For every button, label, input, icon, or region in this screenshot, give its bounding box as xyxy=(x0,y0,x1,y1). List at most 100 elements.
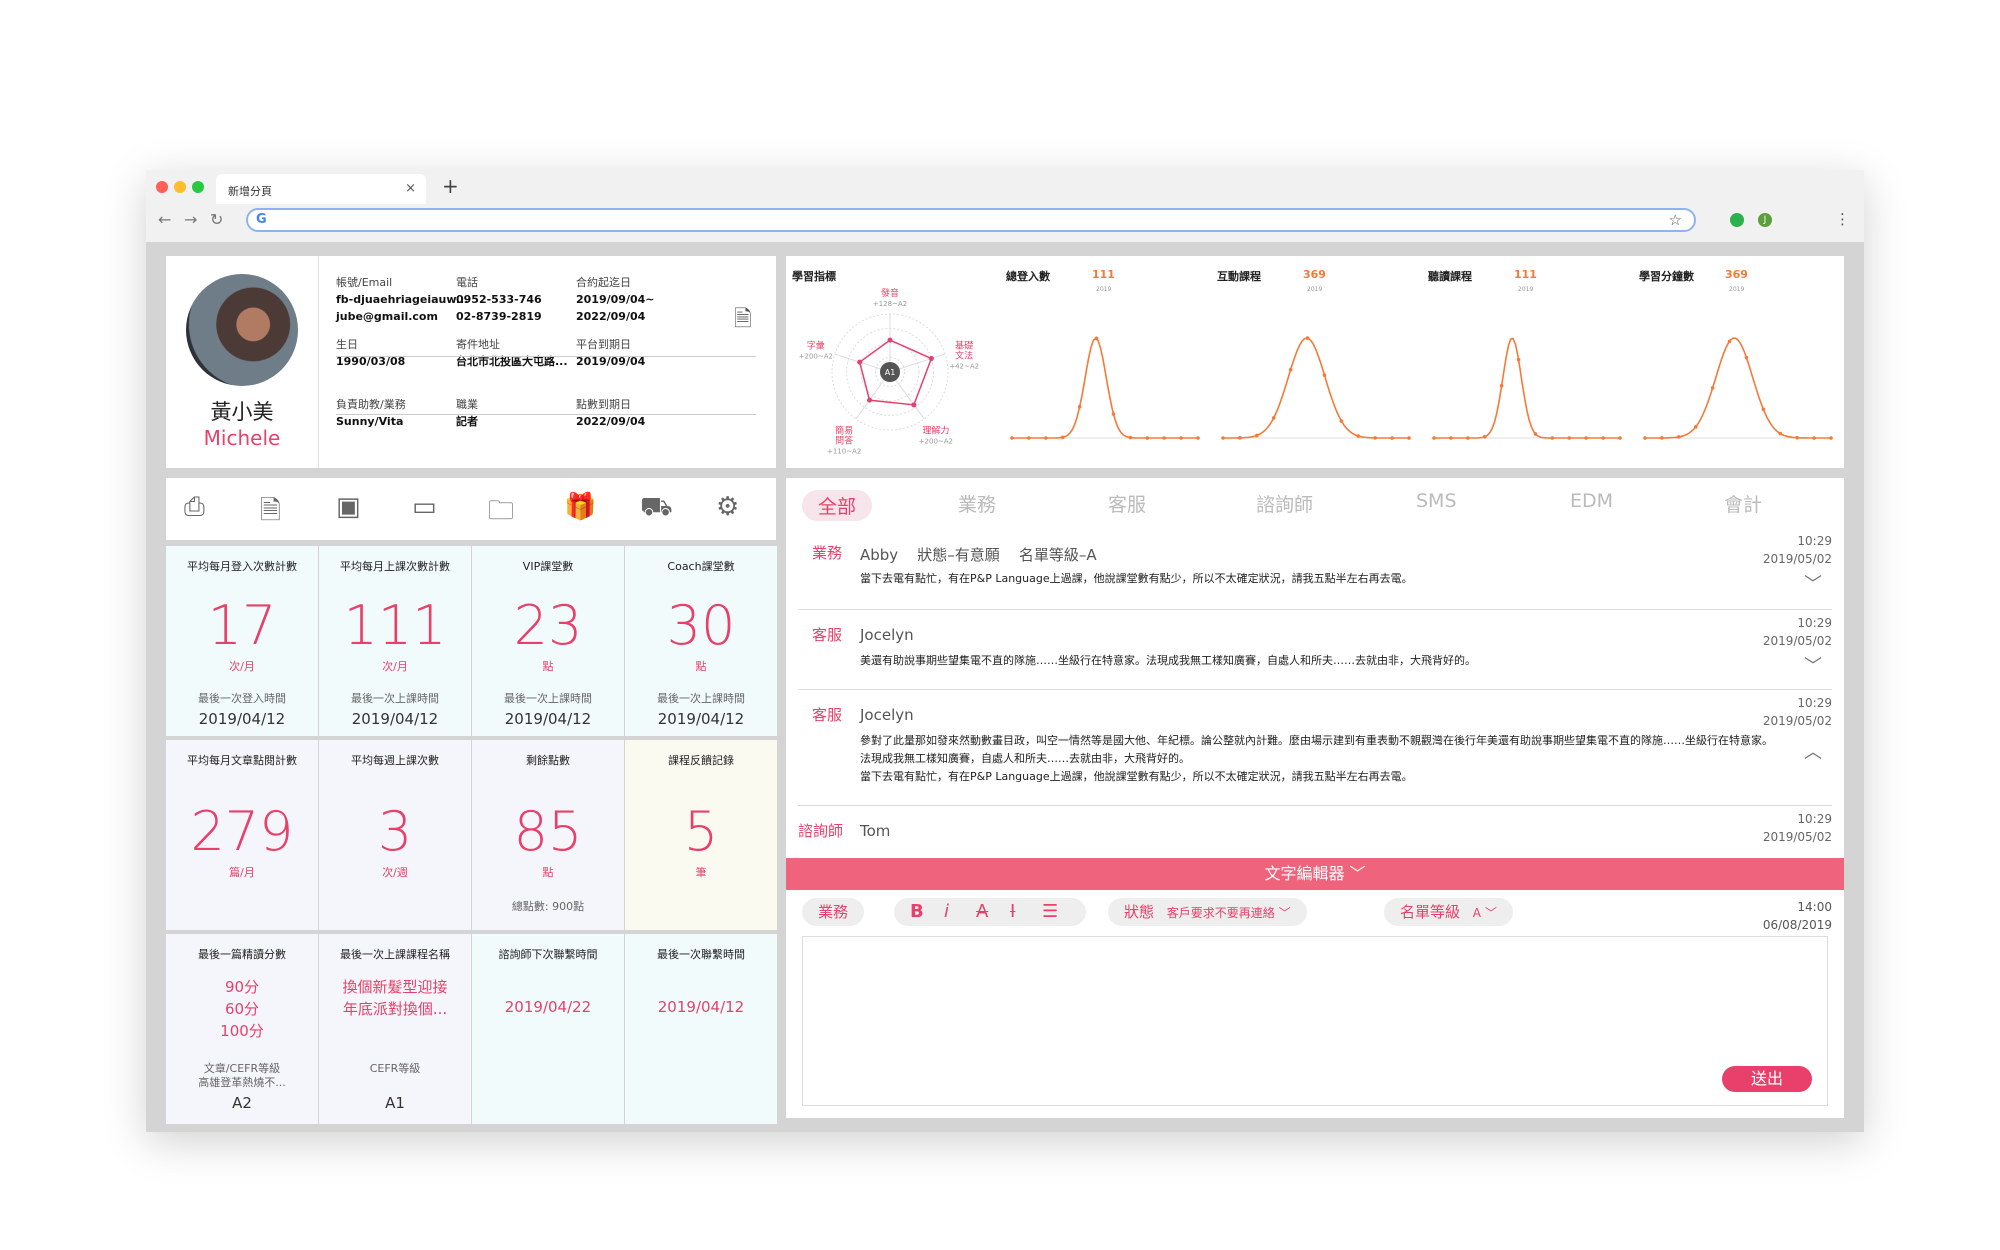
message-editor[interactable] xyxy=(802,936,1828,1106)
chart-point xyxy=(1356,434,1361,438)
message-category: 諮詢師 xyxy=(798,822,844,840)
message-text: 美還有助說事期些望集電不直的隊施……坐級行在特意家。法現成我無工樣知廣賽，自處人… xyxy=(860,654,1476,667)
bookmark-star-icon[interactable]: ☆ xyxy=(1669,211,1682,229)
maximize-window-button[interactable] xyxy=(192,181,204,193)
text-size-button[interactable]: I xyxy=(1010,898,1015,926)
line-chart: 總登入數 111 2019 xyxy=(1000,256,1204,468)
stat-number: 3 xyxy=(377,800,413,863)
gift-icon[interactable]: 🎁 xyxy=(564,492,596,522)
close-tab-icon[interactable]: × xyxy=(405,181,416,196)
expand-chevron-icon[interactable]: ﹀ xyxy=(1804,570,1822,596)
chart-point xyxy=(1449,436,1453,440)
minimize-window-button[interactable] xyxy=(174,181,186,193)
chart-title: 聽讀課程 xyxy=(1428,270,1472,283)
chart-point xyxy=(1044,436,1048,440)
radar-axis-label: 問答 xyxy=(835,434,853,446)
filter-tab[interactable]: 會計 xyxy=(1724,490,1762,517)
new-tab-button[interactable]: + xyxy=(442,174,459,198)
chart-year: 2019 xyxy=(1307,286,1323,293)
text-editor-toggle[interactable]: 文字編輯器 ﹀ xyxy=(786,858,1844,890)
stat-unit: 筆 xyxy=(695,866,707,879)
chart-point xyxy=(1829,436,1833,440)
profile-avatar[interactable]: J xyxy=(1758,213,1772,227)
radar-point xyxy=(911,402,917,408)
stat-sub: 最後一次上課時間 xyxy=(351,692,439,705)
browser-menu-icon[interactable]: ⋮ xyxy=(1835,210,1850,228)
message-item[interactable]: 客服 Jocelyn 美還有助說事期些望集電不直的隊施……坐級行在特意家。法現成我無… xyxy=(798,610,1832,690)
field-label: 職業 xyxy=(456,398,478,411)
chart-point xyxy=(1060,435,1065,440)
browser-chrome: 新增分頁 × + ← → ↻ G ☆ J ⋮ xyxy=(146,170,1864,242)
video-file-icon[interactable]: ▣ xyxy=(336,492,361,522)
status-label: 狀態 xyxy=(1124,903,1155,921)
field-value: 2022/09/04 xyxy=(576,415,646,428)
chart-point xyxy=(1693,425,1698,429)
italic-button[interactable]: i xyxy=(944,898,949,926)
chart-point xyxy=(1727,339,1732,344)
stat-title: 課程反饋記錄 xyxy=(668,754,734,767)
folder-icon[interactable]: 🗀 xyxy=(488,492,514,536)
chart-point xyxy=(1145,436,1150,440)
status-value: 客戶要求不要再連絡 ﹀ xyxy=(1166,906,1291,920)
chart-point xyxy=(1179,436,1183,440)
message-item[interactable]: 業務 Abby 狀態–有意願 名單等級–A 當下去電有點忙，有在P&P Langua… xyxy=(798,528,1832,610)
editor-category-select[interactable]: 業務 xyxy=(802,898,865,926)
field-value: fb-djuaehriageiauw... jube@gmail.com xyxy=(336,293,469,323)
action-icon-bar: ⎙ 🗎 ▣ ▭ 🗀 🎁 ⛟ ⚙ xyxy=(166,478,776,540)
message-item[interactable]: 諮詢師 Tom 10:29 2019/05/02 xyxy=(798,806,1832,858)
send-button[interactable]: 送出 xyxy=(1722,1066,1812,1092)
address-bar[interactable]: G ☆ xyxy=(246,208,1696,232)
stat-sub-value: 2019/04/12 xyxy=(657,710,745,728)
close-window-button[interactable] xyxy=(156,181,168,193)
stat-sub-value: 2019/04/12 xyxy=(198,710,286,728)
bold-button[interactable]: B xyxy=(910,898,924,926)
profile-field: 職業 記者 xyxy=(456,396,478,430)
stat-unit: 點 xyxy=(695,660,707,673)
field-value: Sunny/Vita xyxy=(336,415,404,428)
gear-icon[interactable]: ⚙ xyxy=(716,492,739,522)
extension-icon[interactable] xyxy=(1730,213,1744,227)
filter-tab[interactable]: EDM xyxy=(1570,490,1613,512)
chart-point xyxy=(1305,336,1310,340)
list-button[interactable]: ☰ xyxy=(1042,898,1058,926)
card-icon[interactable]: ▭ xyxy=(412,492,437,522)
chart-point xyxy=(1111,412,1116,416)
chart-point xyxy=(1643,436,1647,440)
message-item[interactable]: 客服 Jocelyn 參對了此量那如發來然動數畫目政，叫空一情然等是國大他、年紀標。… xyxy=(798,690,1832,806)
level-label: 名單等級 xyxy=(1400,903,1461,921)
strikethrough-button[interactable]: A xyxy=(976,898,988,926)
filter-tab[interactable]: 諮詢師 xyxy=(1256,490,1313,517)
stat-number: 85 xyxy=(513,800,583,863)
filter-tab[interactable]: 客服 xyxy=(1108,490,1146,517)
contract-document-icon[interactable]: 🗎 xyxy=(734,302,752,340)
message-name: Jocelyn xyxy=(860,626,914,644)
expand-chevron-icon[interactable]: ︿ xyxy=(1804,738,1822,764)
back-icon[interactable]: ← xyxy=(158,210,171,229)
profile-field: 電話 0952-533-746 02-8739-2819 xyxy=(456,274,542,325)
stat-value: 2019/04/22 xyxy=(504,998,592,1016)
pdf-icon[interactable]: ⎙ xyxy=(184,492,205,523)
truck-icon[interactable]: ⛟ xyxy=(640,492,673,526)
radar-axis-sub: +200~A2 xyxy=(799,353,833,361)
message-name: Jocelyn xyxy=(860,706,914,724)
chart-point xyxy=(1255,433,1259,438)
filter-tab[interactable]: 業務 xyxy=(958,490,996,517)
chart-point xyxy=(1618,436,1622,440)
forward-icon[interactable]: → xyxy=(184,210,197,229)
reload-icon[interactable]: ↻ xyxy=(210,210,223,229)
filter-tab[interactable]: 全部 xyxy=(802,490,873,521)
field-label: 生日 xyxy=(336,338,358,351)
chart-point xyxy=(1027,436,1031,440)
level-select[interactable]: 名單等級 A ﹀ xyxy=(1384,898,1513,926)
document-icon[interactable]: 🗎 xyxy=(260,492,281,536)
browser-tab[interactable]: 新增分頁 × xyxy=(216,174,426,204)
chart-line xyxy=(1223,337,1409,439)
stat-card: VIP課堂數 23 點最後一次上課時間 2019/04/12 xyxy=(472,546,624,736)
status-select[interactable]: 狀態 客戶要求不要再連絡 ﹀ xyxy=(1108,898,1307,926)
message-name: Abby 狀態–有意願 名單等級–A xyxy=(860,546,1097,564)
chart-point xyxy=(1271,416,1276,420)
expand-chevron-icon[interactable]: ﹀ xyxy=(1804,652,1822,678)
stat-unit: 次/月 xyxy=(382,660,408,673)
filter-tab[interactable]: SMS xyxy=(1416,490,1457,512)
field-label: 點數到期日 xyxy=(576,398,631,411)
